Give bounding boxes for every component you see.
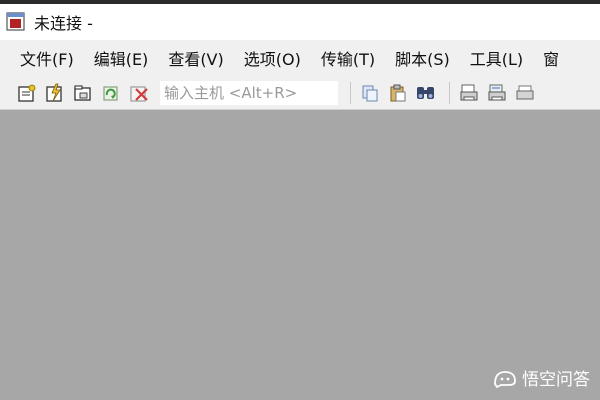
host-input[interactable] <box>160 80 338 105</box>
title-bar: 未连接 - <box>0 4 600 40</box>
disconnect-icon[interactable] <box>128 82 150 104</box>
menu-tools[interactable]: 工具(L) <box>470 46 523 70</box>
menu-edit[interactable]: 编辑(E) <box>94 46 149 70</box>
menu-options[interactable]: 选项(O) <box>244 46 301 70</box>
menu-view[interactable]: 查看(V) <box>168 46 223 70</box>
find-icon[interactable] <box>415 82 437 104</box>
menu-bar: 文件(F) 编辑(E) 查看(V) 选项(O) 传输(T) 脚本(S) 工具(L… <box>0 40 600 76</box>
menu-transfer[interactable]: 传输(T) <box>321 46 375 70</box>
menu-script[interactable]: 脚本(S) <box>395 46 450 70</box>
watermark-text: 悟空问答 <box>522 370 590 390</box>
menu-file[interactable]: 文件(F) <box>20 46 74 70</box>
print-icon[interactable] <box>514 82 536 104</box>
print-selection-icon[interactable] <box>486 82 508 104</box>
toolbar-separator <box>449 81 450 104</box>
app-window-icon <box>6 12 26 32</box>
toolbar-separator <box>350 81 351 104</box>
window-title: 未连接 - <box>34 14 93 33</box>
connect-in-tab-icon[interactable] <box>72 82 94 104</box>
watermark-logo-icon <box>492 368 518 388</box>
copy-icon[interactable] <box>359 82 381 104</box>
toolbar <box>0 76 600 110</box>
paste-icon[interactable] <box>387 82 409 104</box>
connect-icon[interactable] <box>16 82 38 104</box>
print-setup-icon[interactable] <box>458 82 480 104</box>
quick-connect-icon[interactable] <box>44 82 66 104</box>
menu-window[interactable]: 窗 <box>543 46 559 70</box>
reconnect-icon[interactable] <box>100 82 122 104</box>
terminal-workspace: 悟空问答 <box>0 111 600 400</box>
watermark: 悟空问答 <box>492 365 590 390</box>
